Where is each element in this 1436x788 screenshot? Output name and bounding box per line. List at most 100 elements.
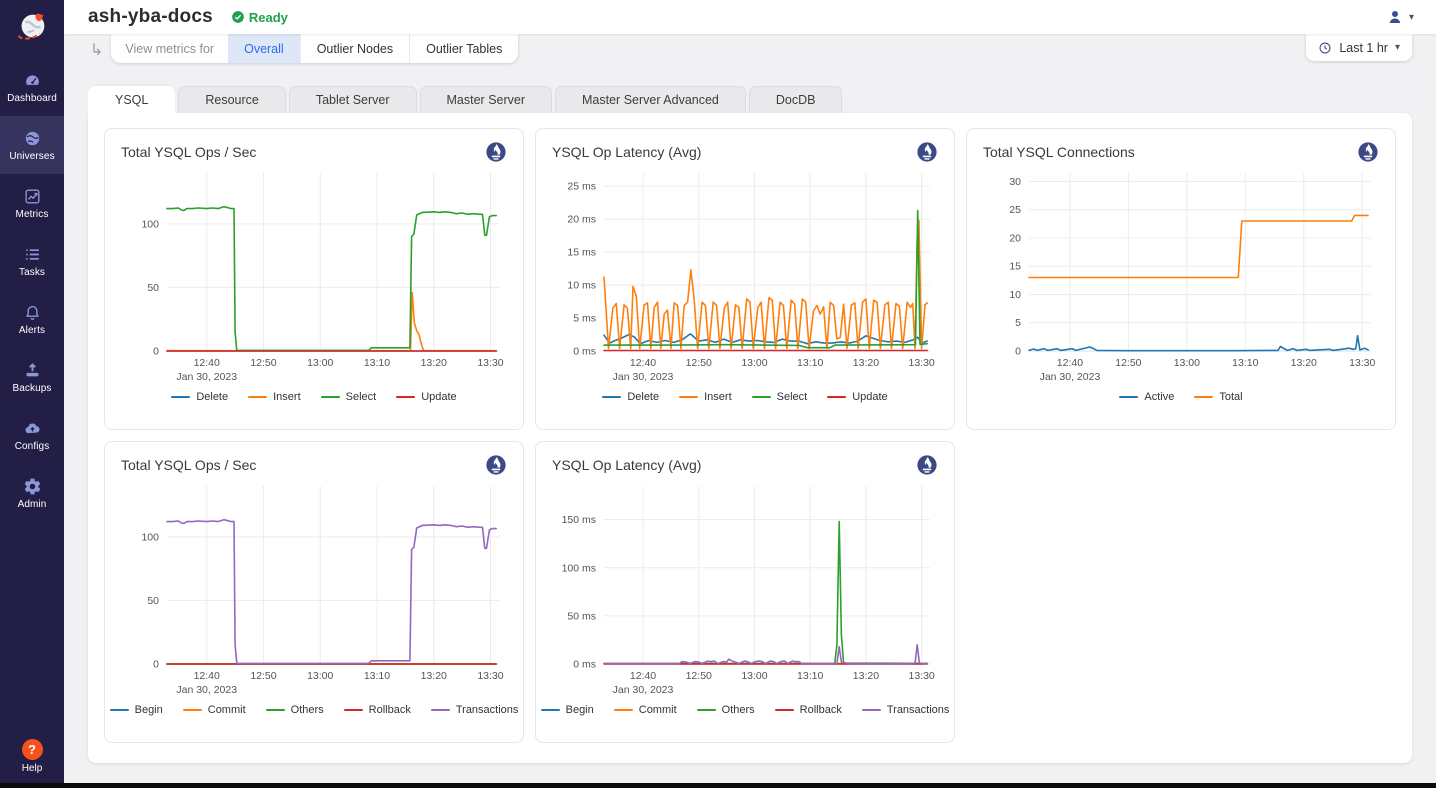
chart-plot[interactable]: 05010012:40Jan 30, 202312:5013:0013:1013… — [121, 478, 507, 700]
sidebar-item-metrics[interactable]: Metrics — [0, 174, 64, 232]
svg-text:12:40: 12:40 — [194, 357, 220, 369]
sidebar-item-admin[interactable]: Admin — [0, 464, 64, 522]
topbar: ash-yba-docs Ready ▾ — [64, 0, 1436, 34]
svg-text:13:20: 13:20 — [421, 357, 447, 369]
sidebar-item-dashboard[interactable]: Dashboard — [0, 58, 64, 116]
user-menu[interactable]: ▾ — [1386, 8, 1420, 26]
svg-text:50: 50 — [147, 282, 159, 294]
legend-item-others[interactable]: Others — [266, 704, 324, 716]
legend-item-rollback[interactable]: Rollback — [344, 704, 411, 716]
sidebar-item-alerts[interactable]: Alerts — [0, 290, 64, 348]
metrics-icon — [23, 187, 42, 206]
legend-swatch — [679, 396, 698, 399]
sidebar-item-configs[interactable]: Configs — [0, 406, 64, 464]
status-badge: Ready — [231, 10, 288, 25]
legend-item-begin[interactable]: Begin — [110, 704, 163, 716]
chevron-down-icon: ▾ — [1409, 12, 1414, 23]
prometheus-icon[interactable] — [916, 141, 938, 163]
svg-text:13:10: 13:10 — [364, 357, 390, 369]
legend-swatch — [614, 709, 633, 712]
legend-item-transactions[interactable]: Transactions — [431, 704, 519, 716]
sidebar-item-label: Backups — [12, 383, 51, 394]
legend-item-transactions[interactable]: Transactions — [862, 704, 950, 716]
yugabyte-logo-icon[interactable] — [0, 0, 64, 54]
prometheus-icon[interactable] — [1357, 141, 1379, 163]
tab-master-server[interactable]: Master Server — [420, 86, 553, 113]
time-range-button[interactable]: Last 1 hr ▾ — [1306, 34, 1412, 61]
prometheus-icon[interactable] — [485, 454, 507, 476]
sidebar-item-tasks[interactable]: Tasks — [0, 232, 64, 290]
legend-label: Transactions — [887, 704, 950, 716]
svg-text:13:20: 13:20 — [853, 357, 879, 369]
svg-text:20: 20 — [1009, 232, 1021, 244]
legend-item-insert[interactable]: Insert — [248, 391, 301, 403]
svg-text:13:30: 13:30 — [1349, 357, 1375, 369]
sidebar-item-universes[interactable]: Universes — [0, 116, 64, 174]
legend-item-rollback[interactable]: Rollback — [775, 704, 842, 716]
legend-label: Others — [722, 704, 755, 716]
chart-date-label: Jan 30, 2023 — [176, 371, 237, 383]
legend-item-insert[interactable]: Insert — [679, 391, 732, 403]
help-icon: ? — [22, 739, 43, 760]
legend-label: Others — [291, 704, 324, 716]
legend-swatch — [266, 709, 285, 712]
legend-item-commit[interactable]: Commit — [614, 704, 677, 716]
clock-icon — [1318, 41, 1332, 55]
legend-item-select[interactable]: Select — [752, 391, 808, 403]
legend-item-update[interactable]: Update — [396, 391, 456, 403]
svg-text:50 ms: 50 ms — [567, 610, 596, 622]
legend-swatch — [541, 709, 560, 712]
legend-item-total[interactable]: Total — [1194, 391, 1242, 403]
tab-docdb[interactable]: DocDB — [749, 86, 843, 113]
legend-item-begin[interactable]: Begin — [541, 704, 594, 716]
universes-icon — [23, 129, 42, 148]
prometheus-icon[interactable] — [485, 141, 507, 163]
svg-text:12:40: 12:40 — [630, 357, 656, 369]
legend-item-others[interactable]: Others — [697, 704, 755, 716]
chart-title: Total YSQL Ops / Sec — [121, 457, 256, 473]
tab-ysql[interactable]: YSQL — [88, 86, 175, 113]
legend-swatch — [110, 709, 129, 712]
legend-item-select[interactable]: Select — [321, 391, 377, 403]
svg-text:13:00: 13:00 — [307, 357, 333, 369]
legend-label: Rollback — [800, 704, 842, 716]
legend-item-delete[interactable]: Delete — [171, 391, 228, 403]
legend-swatch — [697, 709, 716, 712]
legend-item-commit[interactable]: Commit — [183, 704, 246, 716]
sidebar-item-help[interactable]: ? Help — [22, 739, 43, 774]
sidebar-item-label: Tasks — [19, 267, 45, 278]
legend-label: Delete — [196, 391, 228, 403]
legend-item-update[interactable]: Update — [827, 391, 887, 403]
chart-plot[interactable]: 0 ms50 ms100 ms150 ms12:40Jan 30, 202312… — [552, 478, 938, 700]
legend-item-delete[interactable]: Delete — [602, 391, 659, 403]
legend-label: Begin — [135, 704, 163, 716]
tab-master-server-advanced[interactable]: Master Server Advanced — [555, 86, 746, 113]
legend-item-active[interactable]: Active — [1119, 391, 1174, 403]
svg-text:10: 10 — [1009, 289, 1021, 301]
tab-resource[interactable]: Resource — [178, 86, 286, 113]
metrics-panel: Total YSQL Ops / Sec 05010012:40Jan 30, 2… — [88, 113, 1412, 763]
chart-plot[interactable]: 05101520253012:40Jan 30, 202312:5013:001… — [983, 165, 1379, 387]
alerts-icon — [23, 303, 42, 322]
prometheus-icon[interactable] — [916, 454, 938, 476]
svg-text:10 ms: 10 ms — [567, 280, 596, 292]
scope-tab-outlier-tables[interactable]: Outlier Tables — [409, 34, 518, 63]
scope-tab-overall[interactable]: Overall — [228, 34, 300, 63]
svg-text:15: 15 — [1009, 261, 1021, 273]
legend-label: Insert — [704, 391, 732, 403]
sidebar-item-label: Dashboard — [7, 93, 57, 104]
sidebar-item-backups[interactable]: Backups — [0, 348, 64, 406]
legend-swatch — [321, 396, 340, 399]
chart-plot[interactable]: 0 ms5 ms10 ms15 ms20 ms25 ms12:40Jan 30,… — [552, 165, 938, 387]
svg-text:13:30: 13:30 — [909, 357, 935, 369]
tab-tablet-server[interactable]: Tablet Server — [289, 86, 417, 113]
svg-text:12:40: 12:40 — [630, 670, 656, 682]
sidebar-item-label: Universes — [9, 151, 54, 162]
metric-tabs: YSQLResourceTablet ServerMaster ServerMa… — [88, 86, 1412, 113]
chart-card: YSQL Op Latency (Avg)0 ms5 ms10 ms15 ms2… — [535, 128, 955, 430]
sidebar-help-label: Help — [22, 763, 43, 774]
svg-text:12:40: 12:40 — [1057, 357, 1083, 369]
svg-text:100 ms: 100 ms — [562, 562, 596, 574]
scope-tab-outlier-nodes[interactable]: Outlier Nodes — [300, 34, 409, 63]
chart-plot[interactable]: 05010012:40Jan 30, 202312:5013:0013:1013… — [121, 165, 507, 387]
